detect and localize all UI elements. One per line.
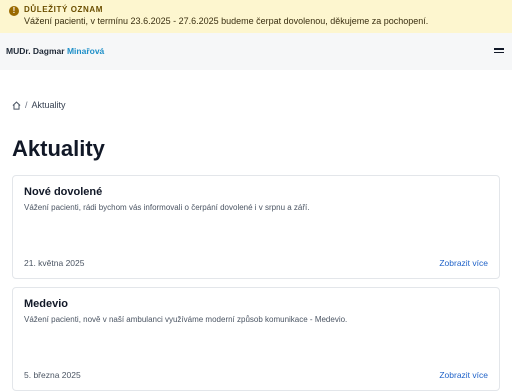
- article-title[interactable]: Medevio: [24, 298, 68, 310]
- home-icon[interactable]: [12, 100, 21, 110]
- article-excerpt: Vážení pacienti, rádi bychom vás informo…: [24, 203, 310, 212]
- article-card[interactable]: Nové dovolené Vážení pacienti, rádi bych…: [12, 175, 500, 279]
- brand-last-name: Minařová: [66, 46, 105, 56]
- exclamation-icon: !: [9, 6, 19, 16]
- page-title: Aktuality: [12, 136, 105, 161]
- site-logo[interactable]: MUDr. Dagmar Minařová: [6, 46, 104, 56]
- hamburger-icon[interactable]: [494, 48, 504, 55]
- breadcrumb: / Aktuality: [12, 100, 66, 110]
- article-excerpt: Vážení pacienti, nově v naší ambulanci v…: [24, 315, 348, 324]
- notice-text: Vážení pacienti, v termínu 23.6.2025 - 2…: [24, 16, 429, 26]
- site-header: MUDr. Dagmar Minařová: [0, 33, 512, 70]
- article-date: 21. května 2025: [24, 258, 85, 268]
- brand-first-name: MUDr. Dagmar: [6, 46, 65, 56]
- breadcrumb-current: Aktuality: [31, 100, 66, 110]
- notice-title: DŮLEŽITÝ OZNAM: [24, 5, 104, 14]
- breadcrumb-separator: /: [25, 100, 28, 110]
- notice-banner: ! DŮLEŽITÝ OZNAM Vážení pacienti, v term…: [0, 0, 512, 33]
- article-title[interactable]: Nové dovolené: [24, 186, 102, 198]
- article-date: 5. března 2025: [24, 370, 81, 380]
- show-more-link[interactable]: Zobrazit více: [439, 370, 488, 380]
- show-more-link[interactable]: Zobrazit více: [439, 258, 488, 268]
- article-card[interactable]: Medevio Vážení pacienti, nově v naší amb…: [12, 287, 500, 391]
